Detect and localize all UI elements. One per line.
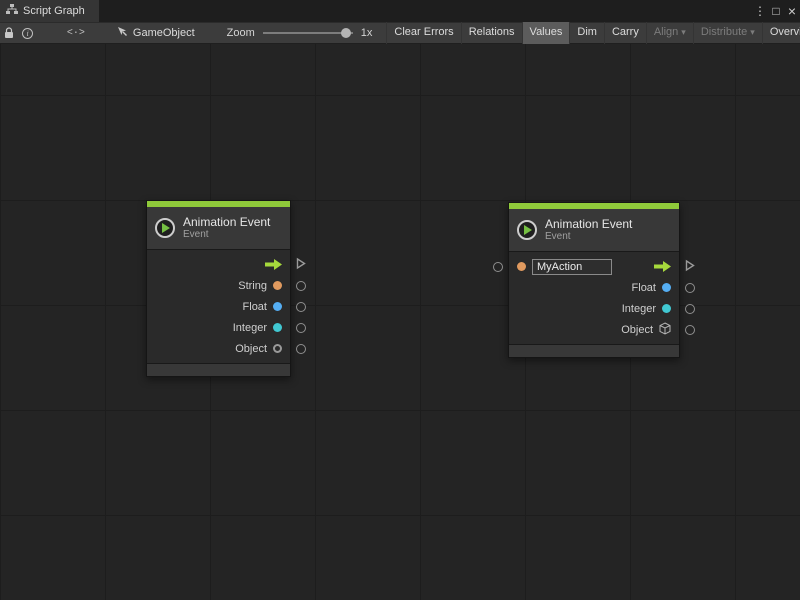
tab-script-graph[interactable]: Script Graph bbox=[0, 0, 99, 22]
zoom-slider-knob[interactable] bbox=[341, 28, 351, 38]
carry-button[interactable]: Carry bbox=[604, 22, 646, 44]
clear-errors-button[interactable]: Clear Errors bbox=[386, 22, 460, 44]
node-subtitle: Event bbox=[183, 229, 270, 241]
port-label: Float bbox=[243, 301, 267, 313]
float-port-dot bbox=[273, 302, 282, 311]
port-label: Integer bbox=[233, 322, 267, 334]
port-row-integer: Integer bbox=[147, 317, 290, 338]
node-footer bbox=[509, 344, 679, 357]
values-button[interactable]: Values bbox=[522, 22, 570, 44]
maximize-icon[interactable]: □ bbox=[768, 4, 784, 18]
node-title: Animation Event bbox=[183, 215, 270, 229]
lock-icon[interactable] bbox=[0, 22, 18, 44]
name-input-row bbox=[509, 256, 679, 277]
port-label: Integer bbox=[622, 303, 656, 315]
chevron-down-icon: ▾ bbox=[681, 27, 686, 37]
object-port-dot bbox=[273, 344, 282, 353]
relations-button[interactable]: Relations bbox=[461, 22, 522, 44]
overview-button[interactable]: Overview bbox=[762, 22, 800, 44]
string-port-dot bbox=[273, 281, 282, 290]
chevron-down-icon: ▾ bbox=[750, 27, 755, 37]
zoom-slider[interactable] bbox=[263, 27, 353, 39]
flow-output-port[interactable] bbox=[296, 257, 306, 272]
integer-output-port[interactable] bbox=[685, 304, 695, 314]
string-input-port[interactable] bbox=[493, 262, 503, 272]
graph-toolbar: i <·> GameObject Zoom 1x Clear Errors Re… bbox=[0, 22, 800, 44]
port-label: Object bbox=[621, 324, 653, 336]
align-dropdown[interactable]: Align▾ bbox=[646, 22, 693, 44]
code-view-icon[interactable]: <·> bbox=[67, 28, 85, 39]
graph-canvas[interactable]: Animation Event Event String bbox=[0, 44, 800, 600]
event-name-input[interactable] bbox=[532, 259, 612, 275]
port-label: Float bbox=[632, 282, 656, 294]
node-ports: String Float Integer Object bbox=[147, 249, 290, 363]
tab-title: Script Graph bbox=[23, 5, 85, 17]
integer-port-dot bbox=[662, 304, 671, 313]
distribute-dropdown[interactable]: Distribute▾ bbox=[693, 22, 762, 44]
port-row-integer: Integer bbox=[509, 298, 679, 319]
object-output-port[interactable] bbox=[685, 325, 695, 335]
port-row-string: String bbox=[147, 275, 290, 296]
flow-arrow-icon bbox=[654, 261, 671, 272]
zoom-value: 1x bbox=[361, 27, 373, 39]
node-header[interactable]: Animation Event Event bbox=[509, 209, 679, 251]
zoom-slider-track[interactable] bbox=[263, 32, 353, 34]
animation-event-node-2[interactable]: Animation Event Event Float bbox=[508, 202, 680, 358]
close-icon[interactable]: × bbox=[784, 3, 800, 19]
integer-output-port[interactable] bbox=[296, 323, 306, 333]
port-label: Object bbox=[235, 343, 267, 355]
integer-port-dot bbox=[273, 323, 282, 332]
node-subtitle: Event bbox=[545, 231, 632, 243]
pointer-icon bbox=[117, 26, 128, 40]
port-row-object: Object bbox=[509, 319, 679, 340]
event-play-icon bbox=[517, 220, 537, 240]
port-label: String bbox=[238, 280, 267, 292]
script-graph-window: Script Graph ⋮ □ × i <·> GameObject bbox=[0, 0, 800, 600]
port-row-object: Object bbox=[147, 338, 290, 359]
port-row-float: Float bbox=[147, 296, 290, 317]
float-output-port[interactable] bbox=[685, 283, 695, 293]
zoom-control: Zoom 1x bbox=[227, 27, 373, 39]
animation-event-node-1[interactable]: Animation Event Event String bbox=[146, 200, 291, 377]
node-title: Animation Event bbox=[545, 217, 632, 231]
float-port-dot bbox=[662, 283, 671, 292]
target-gameobject[interactable]: GameObject bbox=[117, 26, 195, 40]
titlebar: Script Graph ⋮ □ × bbox=[0, 0, 800, 22]
string-output-port[interactable] bbox=[296, 281, 306, 291]
float-output-port[interactable] bbox=[296, 302, 306, 312]
info-icon[interactable]: i bbox=[18, 22, 36, 44]
dim-button[interactable]: Dim bbox=[569, 22, 604, 44]
event-play-icon bbox=[155, 218, 175, 238]
node-header[interactable]: Animation Event Event bbox=[147, 207, 290, 249]
flow-output-port[interactable] bbox=[685, 259, 695, 274]
graph-tab-icon bbox=[6, 4, 18, 18]
zoom-label: Zoom bbox=[227, 27, 255, 39]
target-label: GameObject bbox=[133, 27, 195, 39]
object-output-port[interactable] bbox=[296, 344, 306, 354]
window-menu-icon[interactable]: ⋮ bbox=[752, 4, 768, 18]
string-input-port-dot bbox=[517, 262, 526, 271]
flow-arrow-icon bbox=[265, 259, 282, 270]
cube-icon bbox=[659, 322, 671, 338]
flow-output-row bbox=[147, 254, 290, 275]
node-ports: Float Integer Object bbox=[509, 251, 679, 344]
node-footer bbox=[147, 363, 290, 376]
port-row-float: Float bbox=[509, 277, 679, 298]
